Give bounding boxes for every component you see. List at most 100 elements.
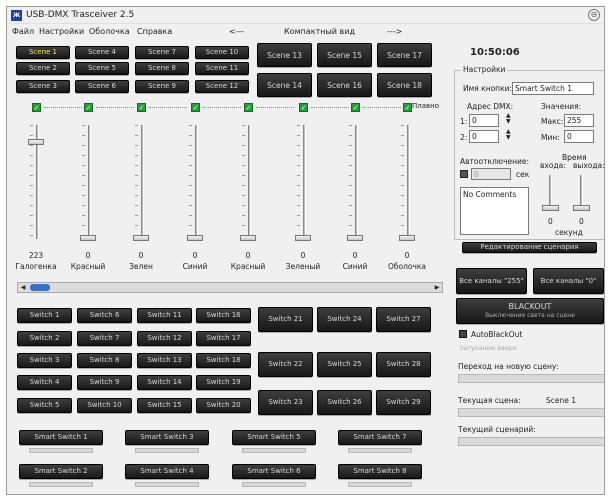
scene-button-1[interactable]: Scene 1 <box>16 46 70 59</box>
switch-button-1[interactable]: Switch 1 <box>17 308 72 323</box>
fader-thumb-8[interactable] <box>399 235 415 241</box>
fader-thumb-3[interactable] <box>133 235 149 241</box>
fader-thumb-2[interactable] <box>80 235 96 241</box>
channel-enable-checkbox-3[interactable]: ✓ <box>137 103 146 112</box>
button-name-input[interactable]: Smart Switch 1 <box>512 82 594 95</box>
scroll-left-icon[interactable]: ◀ <box>18 283 28 292</box>
addr1-input[interactable]: 0 <box>469 114 499 127</box>
scene-button-13[interactable]: Scene 13 <box>257 43 312 67</box>
switch-button-10[interactable]: Switch 10 <box>77 398 132 413</box>
blackout-button[interactable]: BLACKOUT Выключение света на сцене <box>456 298 604 324</box>
fader-track-2[interactable] <box>88 125 91 239</box>
switch-button-16[interactable]: Switch 16 <box>196 308 251 323</box>
channel-enable-checkbox-6[interactable]: ✓ <box>299 103 308 112</box>
scroll-thumb[interactable] <box>30 284 50 291</box>
menu-help[interactable]: Справка <box>137 27 172 36</box>
smart-switch-button-3[interactable]: Smart Switch 3 <box>125 430 209 445</box>
switch-button-12[interactable]: Switch 12 <box>137 331 192 346</box>
auto-blackout-checkbox[interactable] <box>459 330 467 338</box>
prev-arrow[interactable]: <--- <box>229 27 244 36</box>
auto-off-checkbox[interactable] <box>460 170 468 178</box>
compact-view-toggle[interactable]: Компактный вид <box>284 27 355 36</box>
addr1-stepper[interactable]: ▲ ▼ <box>506 113 511 125</box>
fader-track-3[interactable] <box>141 125 144 239</box>
scene-button-12[interactable]: Scene 12 <box>195 80 249 93</box>
channel-enable-checkbox-4[interactable]: ✓ <box>191 103 200 112</box>
scene-button-9[interactable]: Scene 9 <box>135 80 189 93</box>
addr2-stepper[interactable]: ▲ ▼ <box>506 129 511 141</box>
switch-button-24[interactable]: Switch 24 <box>317 307 372 332</box>
close-icon[interactable]: ⊖ <box>588 9 600 21</box>
channel-enable-checkbox-8[interactable]: ✓ <box>403 103 412 112</box>
switch-button-13[interactable]: Switch 13 <box>137 353 192 368</box>
scene-button-4[interactable]: Scene 4 <box>75 46 129 59</box>
fader-thumb-4[interactable] <box>187 235 203 241</box>
scene-button-17[interactable]: Scene 17 <box>377 43 432 67</box>
smart-switch-button-2[interactable]: Smart Switch 2 <box>19 464 103 479</box>
scene-button-15[interactable]: Scene 15 <box>317 43 372 67</box>
smart-switch-button-7[interactable]: Smart Switch 7 <box>338 430 422 445</box>
comments-box[interactable]: No Comments <box>460 187 529 235</box>
fader-thumb-1[interactable] <box>28 138 44 145</box>
fader-track-6[interactable] <box>303 125 306 239</box>
switch-button-19[interactable]: Switch 19 <box>196 375 251 390</box>
switch-button-7[interactable]: Switch 7 <box>77 331 132 346</box>
switch-button-20[interactable]: Switch 20 <box>196 398 251 413</box>
fade-out-slider-thumb[interactable] <box>573 205 590 211</box>
scene-button-5[interactable]: Scene 5 <box>75 62 129 75</box>
scene-button-11[interactable]: Scene 11 <box>195 62 249 75</box>
switch-button-23[interactable]: Switch 23 <box>258 390 313 415</box>
smart-switch-button-4[interactable]: Smart Switch 4 <box>125 464 209 479</box>
scene-button-14[interactable]: Scene 14 <box>257 73 312 97</box>
all-channels-255-button[interactable]: Все каналы "255" <box>456 268 527 294</box>
switch-button-6[interactable]: Switch 6 <box>77 308 132 323</box>
switch-button-8[interactable]: Switch 8 <box>77 353 132 368</box>
fader-track-4[interactable] <box>195 125 198 239</box>
switch-button-3[interactable]: Switch 3 <box>17 353 72 368</box>
scroll-right-icon[interactable]: ▶ <box>432 283 442 292</box>
menu-file[interactable]: Файл <box>12 27 34 36</box>
scene-button-3[interactable]: Scene 3 <box>16 80 70 93</box>
switch-button-11[interactable]: Switch 11 <box>137 308 192 323</box>
smart-switch-button-5[interactable]: Smart Switch 5 <box>232 430 316 445</box>
min-input[interactable]: 0 <box>564 130 594 143</box>
fader-thumb-5[interactable] <box>240 235 256 241</box>
menu-shell[interactable]: Оболочка <box>89 27 130 36</box>
scene-button-7[interactable]: Scene 7 <box>135 46 189 59</box>
switch-button-2[interactable]: Switch 2 <box>17 331 72 346</box>
switch-button-5[interactable]: Switch 5 <box>17 398 72 413</box>
switch-button-14[interactable]: Switch 14 <box>137 375 192 390</box>
scene-button-2[interactable]: Scene 2 <box>16 62 70 75</box>
switch-button-28[interactable]: Switch 28 <box>376 352 431 377</box>
switch-button-29[interactable]: Switch 29 <box>376 390 431 415</box>
fader-track-5[interactable] <box>248 125 251 239</box>
fader-thumb-7[interactable] <box>347 235 363 241</box>
fade-in-slider-thumb[interactable] <box>542 205 559 211</box>
scene-button-10[interactable]: Scene 10 <box>195 46 249 59</box>
fader-track-7[interactable] <box>355 125 358 239</box>
next-arrow[interactable]: ---> <box>387 27 402 36</box>
smart-switch-button-6[interactable]: Smart Switch 6 <box>232 464 316 479</box>
switch-button-18[interactable]: Switch 18 <box>196 353 251 368</box>
switch-button-25[interactable]: Switch 25 <box>317 352 372 377</box>
addr2-input[interactable]: 0 <box>469 130 499 143</box>
channel-enable-checkbox-1[interactable]: ✓ <box>32 103 41 112</box>
switch-button-17[interactable]: Switch 17 <box>196 331 251 346</box>
switch-button-21[interactable]: Switch 21 <box>258 307 313 332</box>
switch-button-22[interactable]: Switch 22 <box>258 352 313 377</box>
switch-button-27[interactable]: Switch 27 <box>376 307 431 332</box>
fader-thumb-6[interactable] <box>295 235 311 241</box>
auto-off-input[interactable]: 0 <box>471 168 511 180</box>
switch-button-9[interactable]: Switch 9 <box>77 375 132 390</box>
menu-settings[interactable]: Настройки <box>39 27 84 36</box>
channel-enable-checkbox-7[interactable]: ✓ <box>351 103 360 112</box>
smart-switch-button-8[interactable]: Smart Switch 8 <box>338 464 422 479</box>
all-channels-0-button[interactable]: Все каналы "0" <box>533 268 604 294</box>
scene-button-16[interactable]: Scene 16 <box>317 73 372 97</box>
max-input[interactable]: 255 <box>564 114 594 127</box>
smart-switch-button-1[interactable]: Smart Switch 1 <box>19 430 103 445</box>
switch-button-4[interactable]: Switch 4 <box>17 375 72 390</box>
channel-enable-checkbox-2[interactable]: ✓ <box>84 103 93 112</box>
horizontal-scrollbar[interactable]: ◀ ▶ <box>17 282 443 293</box>
fader-track-8[interactable] <box>407 125 410 239</box>
